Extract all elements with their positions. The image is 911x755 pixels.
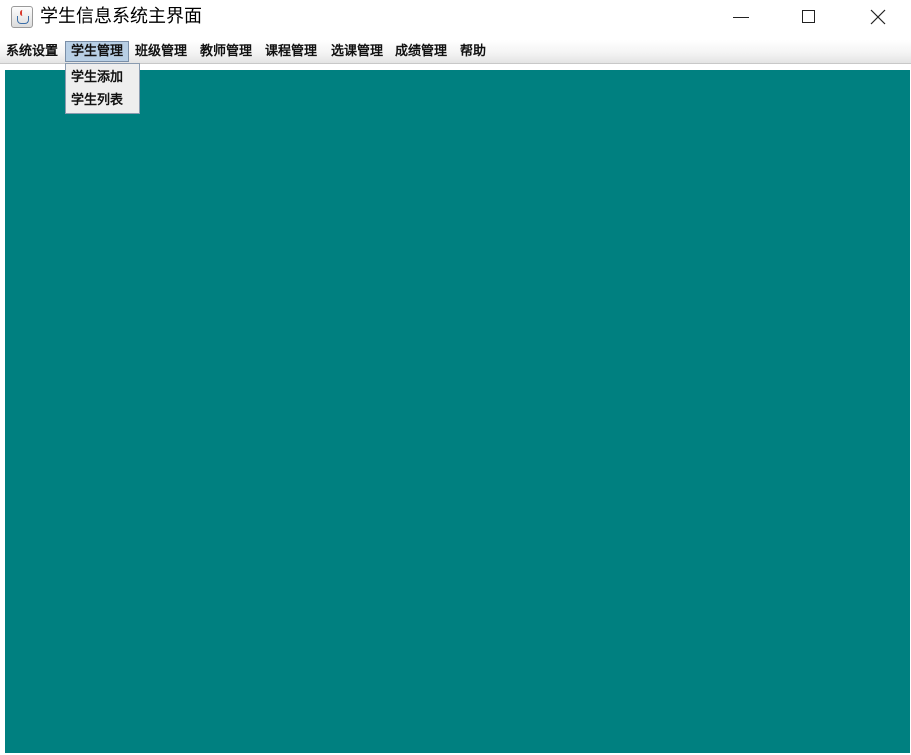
main-window: 学生信息系统主界面 系统设置 学生管理 班级管理 教师管理 课程管理 选课管理 … [0,0,911,755]
java-cup-icon [11,6,33,28]
menu-bar: 系统设置 学生管理 班级管理 教师管理 课程管理 选课管理 成绩管理 帮助 [0,40,911,64]
menu-item-student-list[interactable]: 学生列表 [66,89,139,112]
close-icon [870,9,886,25]
student-management-dropdown: 学生添加 学生列表 [65,63,140,114]
title-bar[interactable]: 学生信息系统主界面 [0,0,911,36]
window-title: 学生信息系统主界面 [40,6,202,27]
menu-student-management[interactable]: 学生管理 [65,41,130,62]
menu-teacher-management[interactable]: 教师管理 [195,41,257,62]
minimize-icon [733,17,749,18]
menu-class-management[interactable]: 班级管理 [130,41,192,62]
menu-system-settings[interactable]: 系统设置 [1,41,63,62]
menu-course-management[interactable]: 课程管理 [260,41,322,62]
menu-grade-management[interactable]: 成绩管理 [390,41,452,62]
menu-help[interactable]: 帮助 [455,41,491,62]
desktop-pane [5,70,910,753]
close-button[interactable] [856,0,902,34]
menu-item-add-student[interactable]: 学生添加 [66,66,139,89]
maximize-icon [802,10,815,23]
maximize-button[interactable] [786,0,832,34]
minimize-button[interactable] [718,0,764,34]
menu-course-selection-management[interactable]: 选课管理 [326,41,388,62]
